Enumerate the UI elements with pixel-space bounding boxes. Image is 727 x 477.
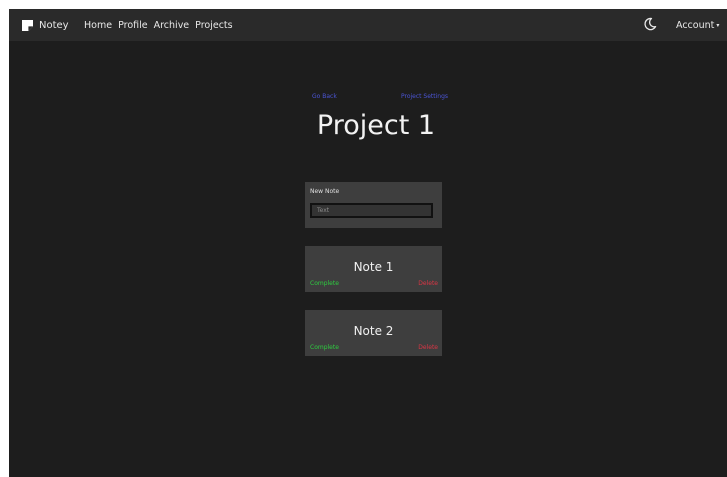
nav-link-profile[interactable]: Profile (118, 20, 148, 31)
nav-link-archive[interactable]: Archive (154, 20, 190, 31)
note-title: Note 2 (353, 324, 394, 338)
notey-logo-icon (22, 19, 33, 31)
complete-button[interactable]: Complete (310, 280, 339, 287)
caret-down-icon: ▾ (716, 21, 720, 29)
account-dropdown[interactable]: Account ▾ (676, 17, 719, 33)
navbar: Notey Home Profile Archive Projects Acco… (9, 9, 727, 41)
delete-button[interactable]: Delete (418, 344, 438, 351)
brand-link[interactable]: Notey (22, 17, 69, 33)
new-note-input[interactable] (310, 203, 433, 218)
nav-link-home[interactable]: Home (84, 20, 112, 31)
brand-name: Notey (39, 19, 69, 31)
moon-icon[interactable] (643, 17, 657, 31)
note-card: Note 1 Complete Delete (305, 246, 442, 292)
complete-button[interactable]: Complete (310, 344, 339, 351)
new-note-label: New Note (310, 188, 340, 195)
project-settings-link[interactable]: Project Settings (401, 93, 448, 100)
note-card: Note 2 Complete Delete (305, 310, 442, 356)
nav-link-projects[interactable]: Projects (195, 20, 232, 31)
delete-button[interactable]: Delete (418, 280, 438, 287)
account-label: Account (676, 19, 715, 31)
nav-links: Home Profile Archive Projects (84, 17, 239, 33)
new-note-card: New Note (305, 182, 442, 228)
note-title: Note 1 (353, 260, 394, 274)
app-window: Notey Home Profile Archive Projects Acco… (9, 9, 727, 477)
go-back-link[interactable]: Go Back (312, 93, 337, 100)
page-title: Project 1 (316, 110, 436, 141)
